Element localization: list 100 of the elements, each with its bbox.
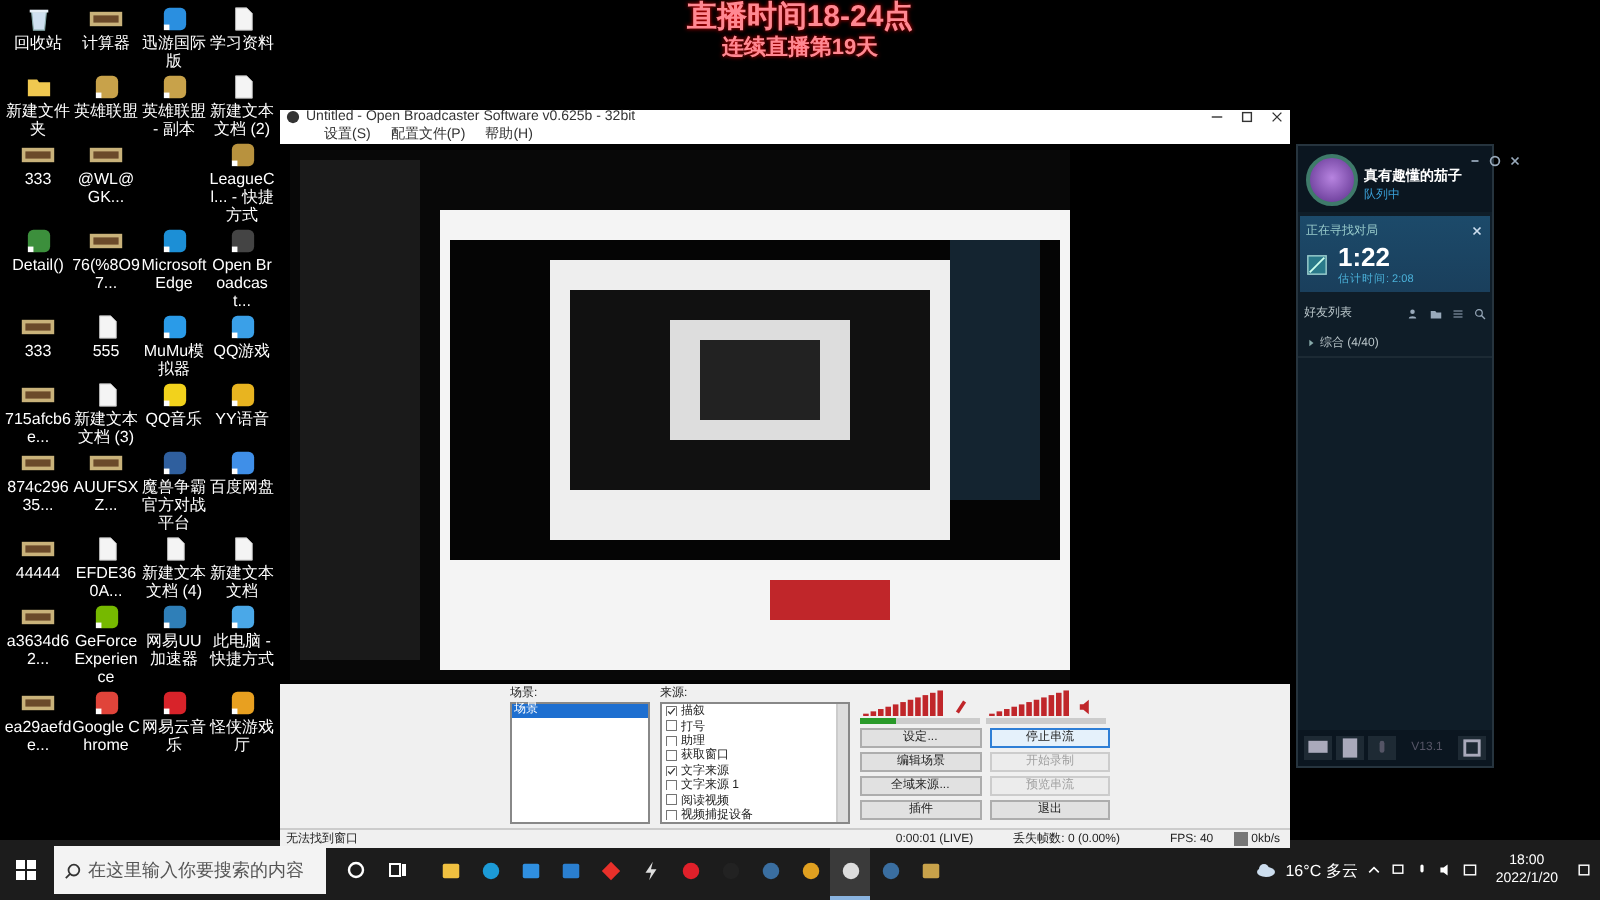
checkbox[interactable]: [666, 750, 677, 762]
icon-label: Detail(): [10, 256, 66, 274]
caret-icon[interactable]: [1306, 338, 1316, 348]
search-field[interactable]: 在这里输入你要搜索的内容: [54, 846, 326, 894]
icon-label: a3634d62...: [4, 632, 72, 668]
app-icon[interactable]: [229, 228, 255, 254]
bitrate-indicator: [1233, 832, 1248, 847]
avatar[interactable]: [1306, 154, 1358, 206]
document-icon[interactable]: [93, 536, 119, 562]
document-icon[interactable]: [161, 536, 187, 562]
app-icon[interactable]: [229, 450, 255, 476]
image-thumbnail[interactable]: [20, 536, 56, 562]
icon-label: 魔兽争霸官方对战平台: [140, 478, 208, 532]
image-thumbnail[interactable]: [88, 142, 124, 168]
checkbox[interactable]: [666, 735, 677, 747]
icon-label: 44444: [13, 564, 63, 582]
app-icon[interactable]: [161, 74, 187, 100]
document-icon[interactable]: [93, 382, 119, 408]
document-icon[interactable]: [229, 74, 255, 100]
image-thumbnail[interactable]: [88, 450, 124, 476]
app-icon[interactable]: [161, 314, 187, 340]
app-icon[interactable]: [161, 690, 187, 716]
speaker-icon[interactable]: [1437, 862, 1454, 878]
icon-label: 715afcb6e...: [4, 410, 72, 446]
icon-label: 迅游国际版: [140, 34, 208, 70]
image-thumbnail[interactable]: [88, 6, 124, 32]
image-thumbnail[interactable]: [20, 314, 56, 340]
app-icon[interactable]: [161, 6, 187, 32]
volume-bars-drawing: [860, 690, 948, 716]
icon-label: 333: [22, 170, 54, 188]
image-thumbnail[interactable]: [20, 604, 56, 630]
icon-label: Google Chrome: [72, 718, 140, 754]
document-icon[interactable]: [93, 314, 119, 340]
app-icon[interactable]: [161, 450, 187, 476]
icon-label: 学习资料: [208, 34, 276, 52]
close-icon[interactable]: [1508, 154, 1522, 168]
cortana-icon[interactable]: [344, 858, 368, 882]
checkbox[interactable]: [666, 779, 677, 791]
app-icon[interactable]: [161, 604, 187, 630]
image-thumbnail[interactable]: [20, 142, 56, 168]
queue-icon: [1306, 254, 1328, 276]
square-icon[interactable]: [1458, 736, 1486, 760]
icon-label: 百度网盘: [208, 478, 276, 496]
document-icon[interactable]: [229, 536, 255, 562]
minimize-icon[interactable]: [1210, 110, 1224, 124]
task-view-icon[interactable]: [386, 858, 410, 882]
app-icon[interactable]: [161, 382, 187, 408]
image-thumbnail[interactable]: [88, 228, 124, 254]
app-icon[interactable]: [229, 382, 255, 408]
search-icon: [64, 861, 82, 879]
icon-label: 新建文本文档 (2): [208, 102, 276, 138]
stream-overlay-text: 直播时间18-24点: [684, 0, 916, 35]
checkbox[interactable]: [666, 765, 677, 776]
image-thumbnail[interactable]: [20, 450, 56, 476]
icon-label: 网易UU加速器: [144, 632, 204, 668]
icon-label: 怪侠游戏厅: [208, 718, 276, 754]
icon-label: AUUFSXZ...: [72, 478, 140, 514]
icon-label: YY语音: [213, 410, 271, 428]
checkbox[interactable]: [666, 809, 677, 821]
add-friend-icon[interactable]: [1408, 307, 1420, 319]
app-icon[interactable]: [229, 690, 255, 716]
icon-label: GeForce Experience: [72, 632, 140, 686]
icon-label: Open Broadcast...: [210, 256, 274, 310]
list-icon[interactable]: [1452, 307, 1464, 319]
close-icon[interactable]: [1270, 110, 1284, 124]
weather-icon[interactable]: [1253, 858, 1278, 882]
start-icon[interactable]: [14, 858, 38, 882]
app-icon[interactable]: [25, 228, 51, 254]
chevron-up-icon[interactable]: [1365, 862, 1382, 878]
volume-slider[interactable]: [860, 718, 980, 724]
weather-text[interactable]: 16°C 多云: [1285, 859, 1358, 881]
app-icon[interactable]: [229, 604, 255, 630]
icon-label: 此电脑 - 快捷方式: [208, 632, 276, 668]
scrollbar[interactable]: [836, 704, 848, 823]
search-icon[interactable]: [1474, 307, 1486, 319]
icon-label: LeagueCl... - 快捷方式: [208, 170, 276, 224]
minimize-icon[interactable]: [1468, 154, 1482, 168]
app-icon: [286, 110, 300, 124]
document-icon[interactable]: [229, 6, 255, 32]
stream-overlay-text: 连续直播第19天: [719, 36, 881, 62]
app-icon[interactable]: [93, 604, 119, 630]
app-icon[interactable]: [161, 228, 187, 254]
icon-label: 回收站: [12, 34, 64, 52]
image-thumbnail[interactable]: [20, 382, 56, 408]
checkbox[interactable]: [666, 720, 677, 732]
icon-label: 新建文件夹: [4, 102, 72, 138]
maximize-icon[interactable]: [1240, 110, 1254, 124]
icon-label: 新建文本文档 (3): [72, 410, 140, 446]
icon-label: 计算器: [80, 34, 132, 52]
app-icon[interactable]: [93, 690, 119, 716]
icon-label: @WL@GK...: [75, 170, 137, 206]
app-icon[interactable]: [93, 74, 119, 100]
recycle-bin-icon[interactable]: [25, 6, 51, 32]
app-icon[interactable]: [229, 314, 255, 340]
volume-slider[interactable]: [986, 718, 1106, 724]
app-icon[interactable]: [229, 142, 255, 168]
checkbox[interactable]: [666, 705, 677, 717]
icon-label: ea29aefde...: [4, 718, 72, 754]
image-thumbnail[interactable]: [20, 690, 56, 716]
checkbox[interactable]: [666, 794, 677, 806]
